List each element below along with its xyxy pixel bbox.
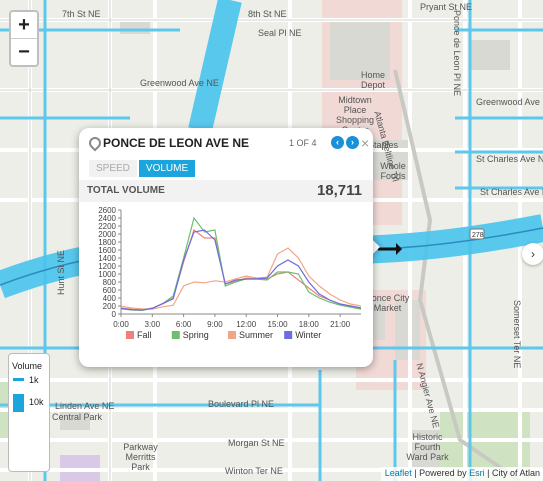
- attribution-separator: | Powered by: [411, 468, 470, 478]
- highway-shield-label: 278: [472, 232, 484, 239]
- x-tick-label: 9:00: [207, 320, 223, 329]
- next-feature-button[interactable]: ›: [346, 136, 359, 149]
- legend-swatch-1k: [13, 378, 24, 381]
- poi-label: Central Park: [52, 412, 103, 422]
- poi-label: Historic Fourth Ward Park: [406, 432, 449, 462]
- x-tick-label: 18:00: [299, 320, 320, 329]
- y-tick-label: 400: [103, 294, 117, 303]
- street-label: Boulevard Pl NE: [208, 399, 275, 409]
- y-tick-label: 1800: [98, 238, 116, 247]
- x-tick-label: 12:00: [236, 320, 257, 329]
- volume-chart: 0200400600800100012001400160018002000220…: [98, 206, 362, 340]
- legend-label-1k: 1k: [29, 375, 39, 385]
- x-tick-label: 0:00: [113, 320, 129, 329]
- y-tick-label: 2000: [98, 230, 116, 239]
- tab-speed[interactable]: SPEED: [89, 160, 137, 177]
- x-tick-label: 3:00: [145, 320, 161, 329]
- street-label: Morgan St NE: [228, 438, 285, 448]
- legend-label-summer: Summer: [239, 330, 273, 340]
- street-label: Winton Ter NE: [225, 466, 283, 476]
- popup-title: PONCE DE LEON AVE NE: [103, 136, 250, 150]
- legend-swatch-10k: [13, 394, 24, 412]
- zoom-out-button[interactable]: −: [11, 38, 37, 65]
- leaflet-link[interactable]: Leaflet: [385, 468, 412, 478]
- close-button[interactable]: ×: [361, 135, 369, 151]
- attribution-text: | City of Atlan: [484, 468, 540, 478]
- feature-popup: PONCE DE LEON AVE NE 1 OF 4 ‹ › × SPEED V…: [79, 128, 373, 367]
- x-tick-label: 6:00: [176, 320, 192, 329]
- y-tick-label: 1000: [98, 270, 116, 279]
- street-label: 7th St NE: [62, 9, 101, 19]
- volume-legend: Volume 1k 10k: [8, 353, 50, 472]
- legend-swatch-winter: [284, 331, 293, 339]
- street-label: 8th St NE: [248, 9, 287, 19]
- y-tick-label: 2400: [98, 214, 116, 223]
- street-label: Linden Ave NE: [55, 401, 115, 411]
- street-label: Seal Pl NE: [258, 28, 302, 38]
- x-tick-label: 21:00: [330, 320, 351, 329]
- next-feature-button[interactable]: ›: [522, 243, 543, 265]
- street-label: Somerset Ter NE: [512, 300, 522, 369]
- poi-label: Home Depot: [360, 70, 386, 90]
- y-tick-label: 1400: [98, 254, 116, 263]
- legend-label-fall: Fall: [137, 330, 152, 340]
- legend-swatch-spring: [171, 331, 180, 339]
- y-tick-label: 1600: [98, 246, 116, 255]
- legend-label-10k: 10k: [29, 397, 44, 407]
- street-label: Pryant St NE: [420, 2, 473, 12]
- street-label: Greenwood Ave NE: [476, 97, 543, 107]
- street-label: Hunt St NE: [56, 249, 66, 295]
- legend-label-spring: Spring: [183, 330, 209, 340]
- y-tick-label: 2200: [98, 222, 116, 231]
- tab-volume[interactable]: VOLUME: [138, 160, 196, 177]
- map-attribution: Leaflet | Powered by Esri | City of Atla…: [380, 467, 543, 481]
- esri-link[interactable]: Esri: [469, 468, 485, 478]
- street-label: St Charles Ave NE: [480, 187, 543, 197]
- street-label: Ponce de Leon Pl NE: [452, 10, 462, 97]
- series-line-fall: [120, 229, 362, 311]
- total-volume-bar: TOTAL VOLUME 18,711: [79, 180, 373, 202]
- legend-swatch-summer: [228, 331, 236, 339]
- feature-count: 1 OF 4: [289, 138, 317, 148]
- y-tick-label: 2600: [98, 206, 116, 215]
- street-label: St Charles Ave NE: [476, 154, 543, 164]
- series-line-spring: [120, 216, 362, 312]
- y-tick-label: 1200: [98, 262, 116, 271]
- x-tick-label: 15:00: [268, 320, 289, 329]
- y-tick-label: 600: [103, 286, 117, 295]
- popup-header: PONCE DE LEON AVE NE 1 OF 4 ‹ › ×: [86, 134, 369, 152]
- prev-feature-button[interactable]: ‹: [331, 136, 344, 149]
- y-tick-label: 0: [112, 310, 117, 319]
- zoom-control: + −: [9, 10, 39, 67]
- street-label: Greenwood Ave NE: [140, 78, 219, 88]
- legend-label-winter: Winter: [295, 330, 321, 340]
- total-volume-value: 18,711: [316, 182, 362, 199]
- legend-title: Volume: [12, 361, 43, 371]
- y-tick-label: 800: [103, 278, 117, 287]
- location-pin-icon: [86, 134, 104, 152]
- y-tick-label: 200: [103, 302, 117, 311]
- tab-bar: SPEED VOLUME: [89, 158, 197, 177]
- legend-swatch-fall: [126, 331, 134, 339]
- total-volume-label: TOTAL VOLUME: [87, 185, 165, 196]
- zoom-in-button[interactable]: +: [11, 12, 37, 38]
- poi-label: Parkway Merritts Park: [123, 442, 158, 472]
